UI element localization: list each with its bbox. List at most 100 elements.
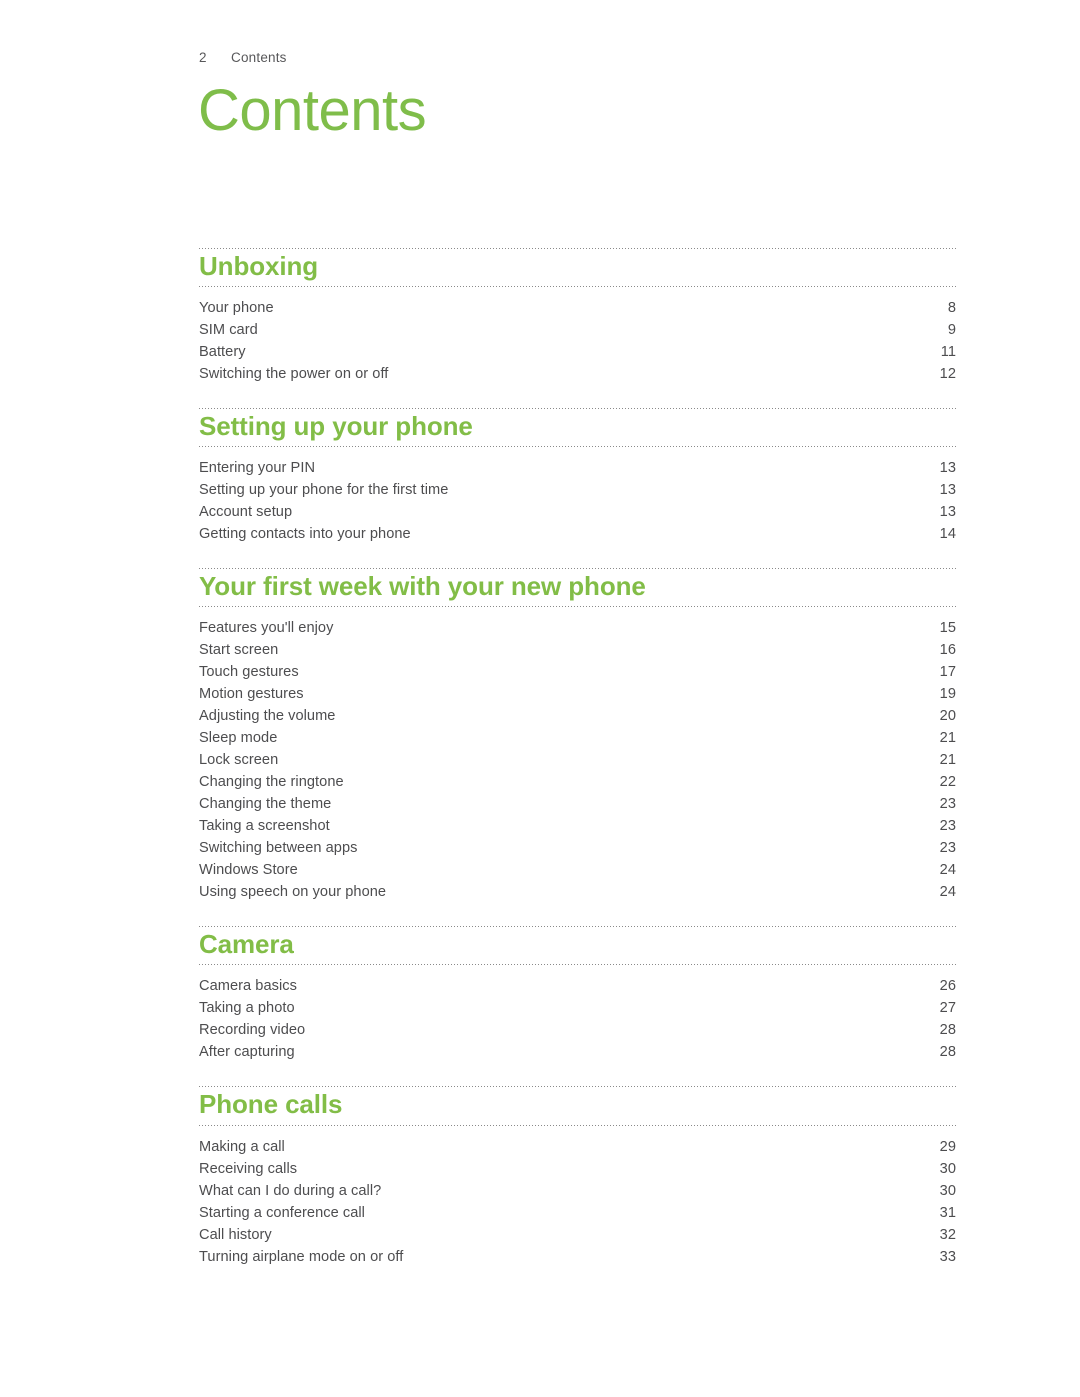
toc-entry-title: Setting up your phone for the first time xyxy=(199,482,449,499)
toc-entry[interactable]: After capturing 28 xyxy=(199,1041,956,1063)
running-header: 2 Contents xyxy=(199,50,287,65)
toc-entry[interactable]: Changing the theme 23 xyxy=(199,793,956,815)
toc-section: Camera Camera basics 26 Taking a photo 27 Rec… xyxy=(199,926,956,1063)
toc-entry[interactable]: Your phone 8 xyxy=(199,297,956,319)
toc-section-heading[interactable]: Phone calls xyxy=(199,1087,956,1124)
toc-entry[interactable]: Taking a screenshot 23 xyxy=(199,815,956,837)
toc-entry[interactable]: Changing the ringtone 22 xyxy=(199,771,956,793)
toc-entry-title: Switching between apps xyxy=(199,840,358,857)
toc-entry-page-number: 24 xyxy=(939,862,956,879)
toc-entry-title: Motion gestures xyxy=(199,686,304,703)
toc-entry[interactable]: Making a call 29 xyxy=(199,1136,956,1158)
toc-entry-title: Call history xyxy=(199,1226,272,1243)
toc-entry-title: After capturing xyxy=(199,1044,295,1061)
toc-entry[interactable]: Getting contacts into your phone 14 xyxy=(199,523,956,545)
toc-entry[interactable]: Account setup 13 xyxy=(199,501,956,523)
toc-entry[interactable]: Entering your PIN 13 xyxy=(199,457,956,479)
toc-entry[interactable]: Turning airplane mode on or off 33 xyxy=(199,1246,956,1268)
toc-entry-title: Lock screen xyxy=(199,752,279,769)
toc-entry[interactable]: Switching the power on or off 12 xyxy=(199,363,956,385)
toc-entry-page-number: 30 xyxy=(939,1160,956,1177)
toc-section: Phone calls Making a call 29 Receiving call… xyxy=(199,1086,956,1267)
toc-entry-title: Start screen xyxy=(199,642,279,659)
toc-entry-page-number: 23 xyxy=(939,818,956,835)
toc-entry-page-number: 8 xyxy=(947,300,956,317)
toc-entry[interactable]: Camera basics 26 xyxy=(199,975,956,997)
toc-section: Your first week with your new phone Featu… xyxy=(199,568,956,903)
toc-entry[interactable]: Windows Store 24 xyxy=(199,859,956,881)
toc-entry-title: Entering your PIN xyxy=(199,460,316,477)
document-page: 2 Contents Contents Unboxing Your phone 8 S… xyxy=(0,0,1080,1397)
toc-entry[interactable]: Receiving calls 30 xyxy=(199,1158,956,1180)
toc-entry-page-number: 28 xyxy=(939,1044,956,1061)
toc-entry[interactable]: Start screen 16 xyxy=(199,639,956,661)
toc-entry-page-number: 12 xyxy=(939,366,956,383)
toc-entry[interactable]: Call history 32 xyxy=(199,1224,956,1246)
toc-entry-title: Switching the power on or off xyxy=(199,366,389,383)
toc-entry-list: Your phone 8 SIM card 9 Battery 11 Switching t… xyxy=(199,287,956,385)
toc-entry[interactable]: Taking a photo 27 xyxy=(199,997,956,1019)
toc-entry-title: Changing the theme xyxy=(199,796,332,813)
toc-entry-title: Changing the ringtone xyxy=(199,774,344,791)
toc-entry-title: Your phone xyxy=(199,300,274,317)
toc-entry-list: Camera basics 26 Taking a photo 27 Recording… xyxy=(199,965,956,1063)
toc-entry-page-number: 11 xyxy=(940,344,956,361)
toc-entry[interactable]: Setting up your phone for the first time… xyxy=(199,479,956,501)
toc-entry-title: What can I do during a call? xyxy=(199,1182,382,1199)
toc-entry-page-number: 9 xyxy=(947,322,956,339)
toc-entry-title: SIM card xyxy=(199,322,258,339)
toc-entry-page-number: 23 xyxy=(939,796,956,813)
toc-entry-title: Sleep mode xyxy=(199,730,278,747)
toc-entry[interactable]: Touch gestures 17 xyxy=(199,661,956,683)
toc-entry-title: Battery xyxy=(199,344,246,361)
toc-section-heading[interactable]: Your first week with your new phone xyxy=(199,569,956,606)
toc-entry[interactable]: Using speech on your phone 24 xyxy=(199,881,956,903)
toc-section-heading[interactable]: Setting up your phone xyxy=(199,409,956,446)
toc-entry-page-number: 32 xyxy=(939,1226,956,1243)
toc-section: Setting up your phone Entering your PIN 13… xyxy=(199,408,956,545)
table-of-contents: Unboxing Your phone 8 SIM card 9 Battery 11 Swi… xyxy=(199,248,956,1268)
toc-entry-page-number: 23 xyxy=(939,840,956,857)
toc-entry-page-number: 21 xyxy=(939,752,956,769)
toc-entry-page-number: 13 xyxy=(939,504,956,521)
toc-entry-title: Windows Store xyxy=(199,862,298,879)
running-header-folio: 2 xyxy=(199,50,207,65)
toc-entry[interactable]: Recording video 28 xyxy=(199,1019,956,1041)
toc-entry-page-number: 17 xyxy=(939,664,956,681)
toc-entry[interactable]: Battery 11 xyxy=(199,341,956,363)
toc-entry-title: Taking a photo xyxy=(199,1000,295,1017)
toc-entry[interactable]: Features you'll enjoy 15 xyxy=(199,617,956,639)
toc-entry-title: Receiving calls xyxy=(199,1160,298,1177)
toc-entry-page-number: 13 xyxy=(939,482,956,499)
toc-entry-page-number: 22 xyxy=(939,774,956,791)
toc-entry-title: Making a call xyxy=(199,1138,285,1155)
toc-entry[interactable]: Starting a conference call 31 xyxy=(199,1202,956,1224)
toc-entry-title: Taking a screenshot xyxy=(199,818,330,835)
toc-entry[interactable]: Adjusting the volume 20 xyxy=(199,705,956,727)
toc-entry-page-number: 15 xyxy=(939,620,956,637)
toc-entry-page-number: 19 xyxy=(939,686,956,703)
page-title: Contents xyxy=(198,78,427,143)
toc-entry-page-number: 29 xyxy=(939,1138,956,1155)
toc-entry[interactable]: What can I do during a call? 30 xyxy=(199,1180,956,1202)
toc-entry[interactable]: Sleep mode 21 xyxy=(199,727,956,749)
toc-entry-page-number: 14 xyxy=(939,526,956,543)
toc-section-heading[interactable]: Unboxing xyxy=(199,249,956,286)
toc-entry[interactable]: Switching between apps 23 xyxy=(199,837,956,859)
toc-entry[interactable]: Lock screen 21 xyxy=(199,749,956,771)
toc-entry-title: Starting a conference call xyxy=(199,1204,365,1221)
toc-entry[interactable]: SIM card 9 xyxy=(199,319,956,341)
toc-entry-page-number: 27 xyxy=(939,1000,956,1017)
toc-entry-title: Recording video xyxy=(199,1022,306,1039)
toc-entry[interactable]: Motion gestures 19 xyxy=(199,683,956,705)
toc-entry-list: Features you'll enjoy 15 Start screen 16 Tou… xyxy=(199,607,956,903)
toc-entry-page-number: 13 xyxy=(939,460,956,477)
toc-entry-title: Getting contacts into your phone xyxy=(199,526,411,543)
running-header-chapter: Contents xyxy=(231,50,287,65)
toc-entry-page-number: 28 xyxy=(939,1022,956,1039)
toc-entry-title: Adjusting the volume xyxy=(199,708,336,725)
toc-section-heading[interactable]: Camera xyxy=(199,927,956,964)
toc-entry-page-number: 20 xyxy=(939,708,956,725)
toc-entry-title: Camera basics xyxy=(199,978,297,995)
toc-entry-page-number: 30 xyxy=(939,1182,956,1199)
